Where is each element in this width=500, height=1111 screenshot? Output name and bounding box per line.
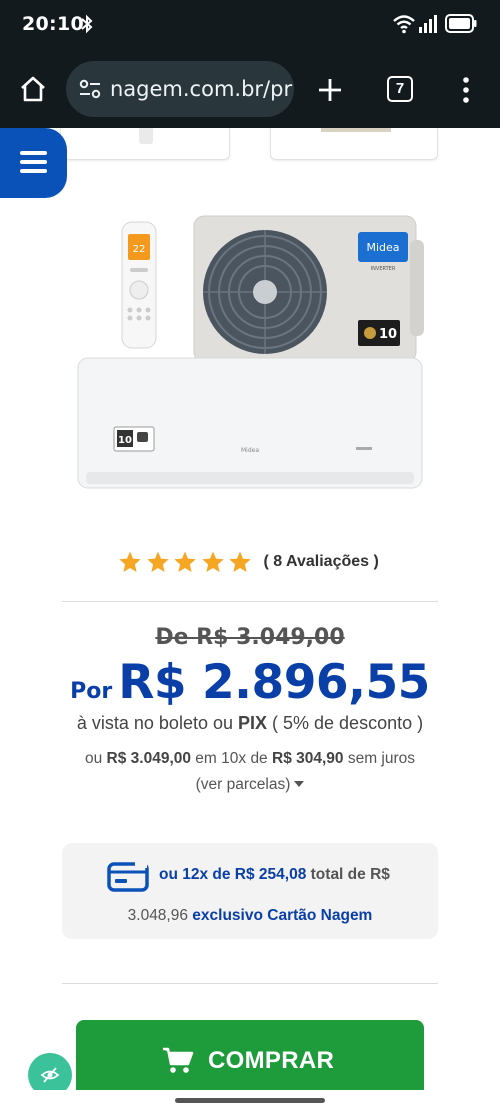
card-offer-box: ou 12x de R$ 254,08 total de R$ 3.048,96… bbox=[62, 843, 438, 939]
pix-discount-text: à vista no boleto ou PIX ( 5% de descont… bbox=[76, 713, 424, 733]
installment-text: ou R$ 3.049,00 em 10x de R$ 304,90 sem j… bbox=[84, 750, 416, 767]
product-thumbnail[interactable] bbox=[270, 128, 438, 160]
caret-down-icon bbox=[294, 781, 305, 787]
svg-text:Midea: Midea bbox=[241, 447, 259, 454]
battery-icon bbox=[445, 14, 477, 33]
star-icon bbox=[201, 551, 224, 572]
status-time: 20:10 bbox=[22, 13, 84, 35]
url-text: nagem.com.br/pr bbox=[110, 77, 293, 101]
cart-icon bbox=[163, 1047, 194, 1073]
star-icon bbox=[146, 551, 169, 572]
star-icon bbox=[229, 551, 251, 572]
brand-logo: Midea bbox=[366, 241, 399, 254]
current-price: Por R$ 2.896,55 bbox=[0, 655, 500, 710]
site-settings-icon[interactable] bbox=[78, 77, 102, 101]
remote-control-image: 22 bbox=[121, 221, 157, 349]
home-gesture-handle[interactable] bbox=[175, 1098, 325, 1103]
divider bbox=[62, 601, 438, 602]
rating[interactable]: ( 8 Avaliações ) bbox=[118, 548, 379, 576]
product-thumbnail[interactable] bbox=[60, 128, 230, 160]
svg-text:10: 10 bbox=[379, 327, 397, 342]
price-value: R$ 2.896,55 bbox=[118, 655, 430, 710]
system-nav-bar bbox=[0, 1090, 500, 1111]
bluetooth-icon bbox=[81, 14, 93, 34]
view-installments-link[interactable]: (ver parcelas) bbox=[0, 776, 500, 794]
card-offer-line2: 3.048,96 exclusivo Cartão Nagem bbox=[127, 907, 373, 924]
card-offer-line1: ou 12x de R$ 254,08 total de R$ bbox=[159, 866, 390, 883]
eye-off-icon bbox=[40, 1067, 60, 1083]
svg-text:22: 22 bbox=[133, 244, 146, 255]
buy-label: COMPRAR bbox=[208, 1047, 335, 1074]
credit-card-icon bbox=[107, 862, 149, 892]
browser-toolbar: nagem.com.br/pr 7 bbox=[0, 50, 500, 128]
indoor-unit-image: 10 Midea bbox=[77, 357, 423, 489]
home-icon[interactable] bbox=[18, 74, 48, 104]
old-price: De R$ 3.049,00 bbox=[155, 625, 345, 650]
svg-text:INVERTER: INVERTER bbox=[371, 266, 396, 272]
tab-switcher-button[interactable]: 7 bbox=[387, 76, 413, 102]
status-bar: 20:10 bbox=[0, 0, 500, 50]
star-icon bbox=[174, 551, 196, 572]
divider bbox=[62, 983, 438, 984]
rating-count[interactable]: ( 8 Avaliações ) bbox=[264, 553, 379, 571]
buy-button[interactable]: COMPRAR bbox=[76, 1020, 424, 1090]
star-icon bbox=[119, 551, 141, 572]
product-image: 22 Midea INVERTER 10 10 Midea bbox=[77, 215, 424, 489]
outdoor-unit-image: Midea INVERTER 10 bbox=[193, 215, 424, 363]
signal-icon bbox=[419, 15, 437, 33]
address-bar[interactable]: nagem.com.br/pr bbox=[66, 61, 294, 117]
new-tab-icon[interactable] bbox=[316, 76, 344, 104]
more-menu-icon[interactable] bbox=[460, 76, 472, 104]
svg-text:10: 10 bbox=[118, 435, 132, 446]
menu-button[interactable] bbox=[0, 128, 67, 198]
price-prefix: Por bbox=[70, 679, 113, 704]
wifi-icon bbox=[393, 15, 415, 34]
